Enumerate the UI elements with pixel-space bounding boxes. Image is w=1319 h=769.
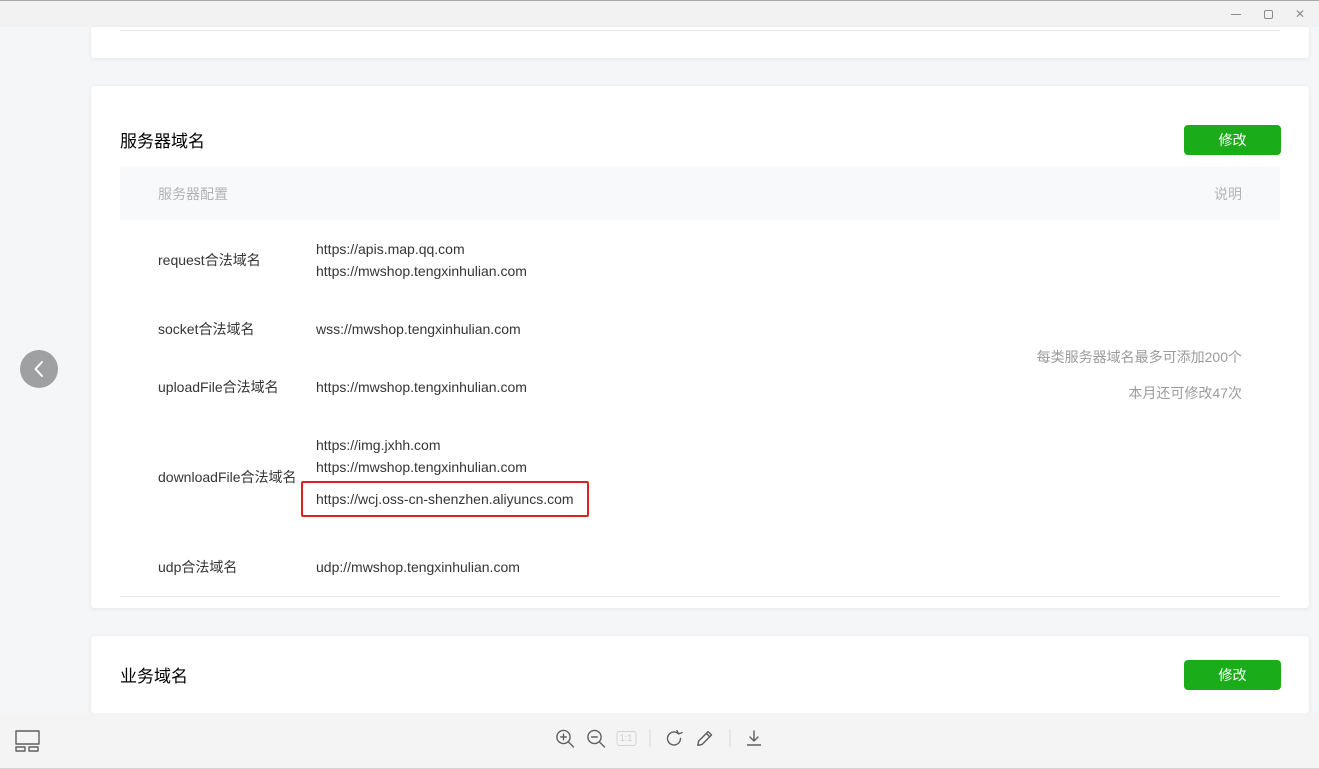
- zoom-reset-button[interactable]: 1:1: [616, 731, 636, 746]
- zoom-in-icon: [555, 728, 576, 749]
- domain-values: https://img.jxhh.comhttps://mwshop.tengx…: [316, 434, 589, 520]
- download-icon: [744, 728, 765, 749]
- previous-card-partial: [91, 27, 1309, 58]
- server-domain-table: 服务器配置 说明 request合法域名https://apis.map.qq.…: [120, 167, 1280, 597]
- table-row: request合法域名https://apis.map.qq.comhttps:…: [120, 220, 1280, 300]
- domain-value-line: https://wcj.oss-cn-shenzhen.aliyuncs.com: [316, 478, 589, 520]
- domain-value: https://mwshop.tengxinhulian.com: [316, 456, 589, 478]
- refresh-icon: [664, 728, 685, 749]
- domain-limit-notes: 每类服务器域名最多可添加200个 本月还可修改47次: [1037, 339, 1242, 411]
- table-row: udp合法域名udp://mwshop.tengxinhulian.com: [120, 538, 1280, 596]
- close-icon: ✕: [1295, 8, 1305, 20]
- page-title: 服务器域名: [120, 127, 205, 152]
- business-domain-card: 业务域名 修改: [91, 636, 1309, 713]
- server-card-header: 服务器域名 修改: [91, 86, 1309, 167]
- description-column-header: 说明: [1214, 184, 1242, 204]
- domain-value: https://apis.map.qq.com: [316, 238, 527, 260]
- toggle-panels-button[interactable]: [15, 730, 41, 757]
- zoom-in-button[interactable]: [554, 727, 576, 749]
- viewer-toolbar: 1:1: [554, 727, 765, 749]
- zoom-out-button[interactable]: [585, 727, 607, 749]
- config-column-header: 服务器配置: [158, 184, 228, 204]
- modify-server-domain-button[interactable]: 修改: [1184, 125, 1281, 155]
- domain-limit-note: 每类服务器域名最多可添加200个: [1037, 339, 1242, 375]
- window-controls: ✕: [1227, 1, 1309, 27]
- highlighted-domain-value: https://wcj.oss-cn-shenzhen.aliyuncs.com: [301, 481, 589, 517]
- divider: [120, 30, 1280, 31]
- domain-values: https://mwshop.tengxinhulian.com: [316, 376, 527, 398]
- modify-business-domain-button[interactable]: 修改: [1184, 660, 1281, 690]
- refresh-button[interactable]: [663, 727, 685, 749]
- app-window: ✕ 服务器域名 修改 服务器配置 说明 request合法域名https://a…: [0, 0, 1319, 769]
- domain-type-label: udp合法域名: [158, 557, 316, 577]
- close-button[interactable]: ✕: [1291, 5, 1309, 23]
- business-card-header: 业务域名 修改: [91, 636, 1309, 713]
- window-titlebar: ✕: [0, 1, 1319, 27]
- edit-button[interactable]: [694, 727, 716, 749]
- pencil-icon: [695, 728, 716, 749]
- monthly-modify-note: 本月还可修改47次: [1037, 375, 1242, 411]
- maximize-button[interactable]: [1259, 5, 1277, 23]
- chevron-left-icon: [20, 350, 58, 388]
- maximize-icon: [1264, 10, 1273, 19]
- domain-value: udp://mwshop.tengxinhulian.com: [316, 556, 520, 578]
- domain-type-label: socket合法域名: [158, 319, 316, 339]
- domain-type-label: request合法域名: [158, 250, 316, 270]
- back-button[interactable]: [20, 350, 58, 388]
- domain-values: https://apis.map.qq.comhttps://mwshop.te…: [316, 238, 527, 282]
- domain-value: wss://mwshop.tengxinhulian.com: [316, 318, 521, 340]
- business-domain-title: 业务域名: [120, 662, 188, 687]
- domain-value: https://mwshop.tengxinhulian.com: [316, 376, 527, 398]
- domain-values: udp://mwshop.tengxinhulian.com: [316, 556, 520, 578]
- toolbar-divider: [729, 729, 730, 747]
- domain-type-label: downloadFile合法域名: [158, 467, 316, 487]
- table-header-row: 服务器配置 说明: [120, 167, 1280, 220]
- bottom-toolbar: 1:1: [0, 713, 1319, 769]
- download-button[interactable]: [743, 727, 765, 749]
- minimize-button[interactable]: [1227, 5, 1245, 23]
- domain-value: https://mwshop.tengxinhulian.com: [316, 260, 527, 282]
- domain-values: wss://mwshop.tengxinhulian.com: [316, 318, 521, 340]
- toolbar-divider: [649, 729, 650, 747]
- minimize-icon: [1231, 14, 1241, 15]
- server-domain-card: 服务器域名 修改 服务器配置 说明 request合法域名https://api…: [91, 86, 1309, 608]
- panels-icon: [15, 730, 41, 752]
- zoom-out-icon: [586, 728, 607, 749]
- domain-type-label: uploadFile合法域名: [158, 377, 316, 397]
- table-row: downloadFile合法域名https://img.jxhh.comhttp…: [120, 416, 1280, 538]
- domain-value: https://img.jxhh.com: [316, 434, 589, 456]
